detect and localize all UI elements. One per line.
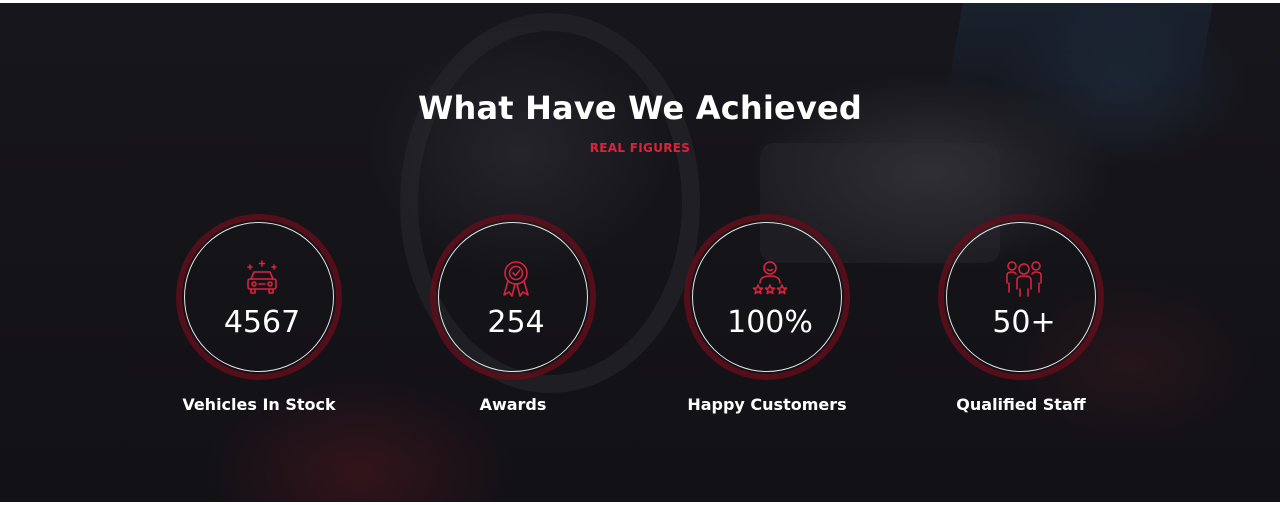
background-dashboard-screen	[947, 3, 1213, 93]
section-subtitle: REAL FIGURES	[589, 141, 691, 155]
section-title: What Have We Achieved	[417, 89, 863, 127]
stat-ring: 4567	[176, 214, 342, 380]
stat-awards: 254	[430, 214, 596, 380]
team-icon	[1004, 259, 1044, 299]
achievements-section: What Have We Achieved REAL FIGURES 4567 …	[0, 3, 1280, 502]
stat-value: 254	[487, 305, 545, 340]
stat-label: Vehicles In Stock	[182, 395, 336, 414]
stat-label: Awards	[479, 395, 547, 414]
stat-value: 100%	[727, 305, 813, 340]
stat-ring: 254	[430, 214, 596, 380]
stat-label: Qualified Staff	[956, 395, 1086, 414]
stat-label: Happy Customers	[687, 395, 847, 414]
award-ribbon-icon	[496, 259, 536, 299]
customer-stars-icon	[750, 259, 790, 299]
stat-vehicles: 4567	[176, 214, 342, 380]
stat-value: 50+	[992, 305, 1056, 340]
stat-staff: 50+	[938, 214, 1104, 380]
stat-ring: 50+	[938, 214, 1104, 380]
stat-ring: 100%	[684, 214, 850, 380]
car-sparkle-icon	[242, 259, 282, 299]
stat-value: 4567	[223, 305, 301, 340]
stat-customers: 100%	[684, 214, 850, 380]
